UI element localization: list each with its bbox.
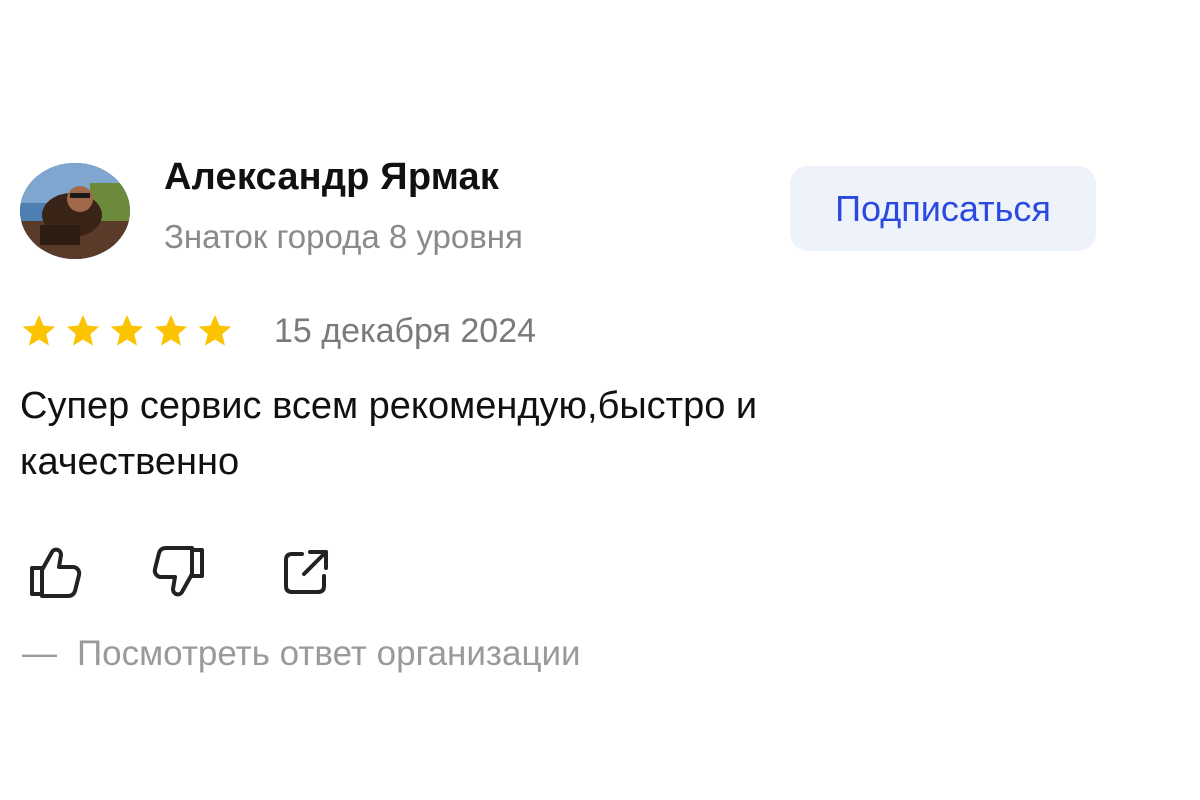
rating-row: 15 декабря 2024 (20, 306, 536, 356)
review-date: 15 декабря 2024 (274, 311, 537, 350)
review-text: Супер сервис всем рекомендую,быстро и ка… (20, 385, 758, 483)
share-icon (284, 550, 328, 594)
review-actions (22, 540, 400, 604)
share-button[interactable] (274, 540, 338, 604)
author-name[interactable]: Александр Ярмак (164, 156, 499, 199)
star-icon (154, 314, 188, 346)
thumbs-down-icon (152, 546, 204, 597)
like-button[interactable] (22, 540, 86, 604)
avatar[interactable] (20, 163, 130, 259)
star-icon (66, 314, 100, 346)
org-reply-dash: — (22, 634, 57, 673)
star-icon (198, 314, 232, 346)
author-level: Знаток города 8 уровня (164, 218, 523, 255)
review-card: Александр Ярмак Знаток города 8 уровня П… (0, 0, 1200, 800)
rating-stars (20, 312, 234, 350)
thumbs-up-icon (30, 547, 82, 598)
star-icon (22, 314, 56, 346)
org-reply-label: Посмотреть ответ организации (77, 634, 581, 673)
dislike-button[interactable] (148, 540, 212, 604)
org-reply-link[interactable]: — Посмотреть ответ организации (22, 634, 581, 674)
avatar-photo (20, 163, 130, 259)
subscribe-button[interactable]: Подписаться (790, 166, 1096, 251)
star-icon (110, 314, 144, 346)
